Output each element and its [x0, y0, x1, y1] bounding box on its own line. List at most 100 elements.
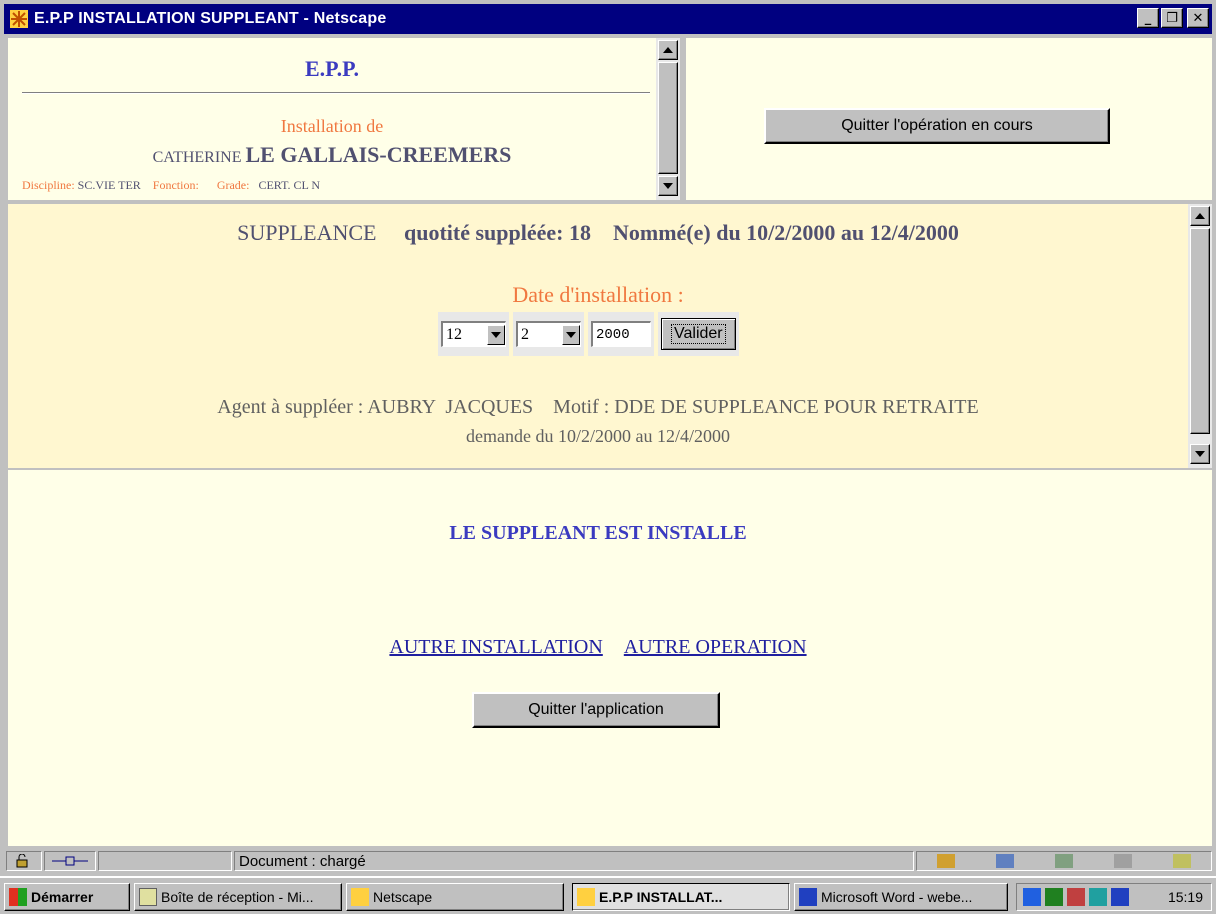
- tray-icon[interactable]: [1067, 888, 1085, 906]
- connection-icon: [44, 851, 96, 871]
- inbox-icon: [139, 888, 157, 906]
- app-title: E.P.P.: [304, 56, 359, 81]
- minimize-icon: _: [1144, 10, 1152, 26]
- suppleance-type: SUPPLEANCE: [237, 220, 377, 245]
- header-frame: E.P.P. Installation de CATHERINE LE GALL…: [8, 38, 656, 200]
- netscape-icon: [351, 888, 369, 906]
- month-cell: 2: [513, 312, 584, 356]
- scroll-up-button[interactable]: [1190, 206, 1210, 226]
- month-value: 2: [521, 325, 529, 343]
- taskbar-item-label: Netscape: [373, 889, 433, 905]
- autre-installation-link[interactable]: AUTRE INSTALLATION: [389, 636, 602, 658]
- person-name: CATHERINE LE GALLAIS-CREEMERS: [8, 142, 656, 168]
- system-tray: 15:19: [1016, 883, 1212, 911]
- scroll-down-button[interactable]: [1190, 444, 1210, 464]
- taskbar-item-label: E.P.P INSTALLAT...: [599, 889, 723, 905]
- result-frame: LE SUPPLEANT EST INSTALLE AUTRE INSTALLA…: [8, 470, 1212, 846]
- status-bar: Document : chargé: [4, 848, 1212, 874]
- taskbar-item-netscape[interactable]: Netscape: [346, 883, 564, 911]
- title-bar[interactable]: E.P.P INSTALLATION SUPPLEANT - Netscape …: [4, 4, 1212, 34]
- person-details: Discipline: SC.VIE TER Fonction: Grade: …: [22, 178, 320, 193]
- quit-operation-button[interactable]: Quitter l'opération en cours: [764, 108, 1110, 144]
- last-name: LE GALLAIS-CREEMERS: [245, 142, 512, 167]
- suppleance-summary: SUPPLEANCE quotité suppléée: 18 Nommé(e)…: [8, 220, 1188, 246]
- links-row: AUTRE INSTALLATION AUTRE OPERATION: [8, 636, 1188, 659]
- navigator-icon[interactable]: [937, 854, 956, 868]
- arrow-up-icon: [1195, 213, 1205, 219]
- discipline-value: SC.VIE TER: [77, 178, 141, 192]
- month-select[interactable]: 2: [516, 321, 581, 347]
- taskbar-item-inbox[interactable]: Boîte de réception - Mi...: [134, 883, 342, 911]
- discipline-label: Discipline:: [22, 178, 75, 192]
- taskbar: Démarrer Boîte de réception - Mi... Nets…: [0, 876, 1216, 914]
- netscape-icon: [8, 8, 30, 30]
- nomme-label: Nommé(e) du 10/2/2000 au 12/4/2000: [612, 220, 959, 245]
- grade-label: Grade:: [216, 178, 250, 192]
- security-lock-icon[interactable]: [6, 851, 42, 871]
- day-value: 12: [446, 325, 462, 343]
- quit-application-label: Quitter l'application: [528, 701, 664, 718]
- dropdown-arrow-icon[interactable]: [562, 324, 580, 345]
- start-button[interactable]: Démarrer: [4, 883, 130, 911]
- valider-button[interactable]: Valider: [661, 318, 736, 350]
- quit-application-button[interactable]: Quitter l'application: [472, 692, 720, 728]
- scroll-thumb[interactable]: [1190, 228, 1210, 434]
- first-name: CATHERINE: [152, 149, 242, 166]
- taskbar-item-label: Microsoft Word - webe...: [821, 889, 973, 905]
- action-frame: Quitter l'opération en cours: [686, 38, 1212, 200]
- windows-logo-icon: [9, 888, 27, 906]
- tray-icon[interactable]: [1045, 888, 1063, 906]
- quit-operation-label: Quitter l'opération en cours: [841, 117, 1033, 134]
- arrow-down-icon: [663, 183, 673, 189]
- valider-label: Valider: [671, 324, 726, 344]
- autre-operation-link[interactable]: AUTRE OPERATION: [624, 636, 807, 658]
- edit-icon[interactable]: [1172, 854, 1191, 868]
- netscape-icon: [577, 888, 595, 906]
- demande-line: demande du 10/2/2000 au 12/4/2000: [466, 426, 730, 446]
- composer-icon[interactable]: [1113, 854, 1132, 868]
- minimize-button[interactable]: _: [1137, 8, 1159, 28]
- date-installation-label: Date d'installation :: [512, 282, 684, 307]
- day-cell: 12: [438, 312, 509, 356]
- install-label: Installation de: [280, 116, 384, 136]
- date-row: 12 2 2000 Valider: [438, 312, 739, 356]
- close-button[interactable]: ✕: [1187, 8, 1209, 28]
- tray-icon[interactable]: [1111, 888, 1129, 906]
- progress-bar: [98, 851, 232, 871]
- dropdown-arrow-icon[interactable]: [487, 324, 505, 345]
- window-title: E.P.P INSTALLATION SUPPLEANT - Netscape: [34, 10, 387, 27]
- installed-message: LE SUPPLEANT EST INSTALLE: [449, 522, 747, 544]
- word-icon: [799, 888, 817, 906]
- restore-icon: ❐: [1166, 10, 1178, 26]
- scroll-thumb[interactable]: [658, 62, 678, 174]
- news-icon[interactable]: [1054, 854, 1073, 868]
- suppleance-scrollbar[interactable]: [1188, 204, 1212, 468]
- taskbar-item-word[interactable]: Microsoft Word - webe...: [794, 883, 1008, 911]
- arrow-up-icon: [663, 47, 673, 53]
- year-cell: 2000: [588, 312, 654, 356]
- suppleance-frame: SUPPLEANCE quotité suppléée: 18 Nommé(e)…: [8, 204, 1188, 468]
- mail-icon[interactable]: [996, 854, 1015, 868]
- taskbar-item-epp[interactable]: E.P.P INSTALLAT...: [572, 883, 790, 911]
- maximize-button[interactable]: ❐: [1161, 8, 1183, 28]
- valider-cell: Valider: [658, 312, 739, 356]
- tray-icon[interactable]: [1089, 888, 1107, 906]
- scroll-down-button[interactable]: [658, 176, 678, 196]
- scroll-up-button[interactable]: [658, 40, 678, 60]
- clock[interactable]: 15:19: [1168, 889, 1203, 905]
- status-text: Document : chargé: [234, 851, 914, 871]
- quotite-label: quotité suppléée: 18: [403, 220, 591, 245]
- day-select[interactable]: 12: [441, 321, 506, 347]
- close-icon: ✕: [1192, 10, 1204, 26]
- year-input[interactable]: 2000: [591, 321, 651, 347]
- tray-icon[interactable]: [1023, 888, 1041, 906]
- agent-line: Agent à suppléer : AUBRY JACQUES Motif :…: [217, 396, 979, 418]
- divider: [22, 92, 650, 94]
- fonction-label: Fonction:: [152, 178, 199, 192]
- header-scrollbar[interactable]: [656, 38, 680, 200]
- component-bar: [916, 851, 1212, 871]
- start-label: Démarrer: [31, 889, 94, 905]
- taskbar-item-label: Boîte de réception - Mi...: [161, 889, 314, 905]
- netscape-window: E.P.P INSTALLATION SUPPLEANT - Netscape …: [0, 0, 1216, 914]
- grade-value: CERT. CL N: [258, 178, 321, 192]
